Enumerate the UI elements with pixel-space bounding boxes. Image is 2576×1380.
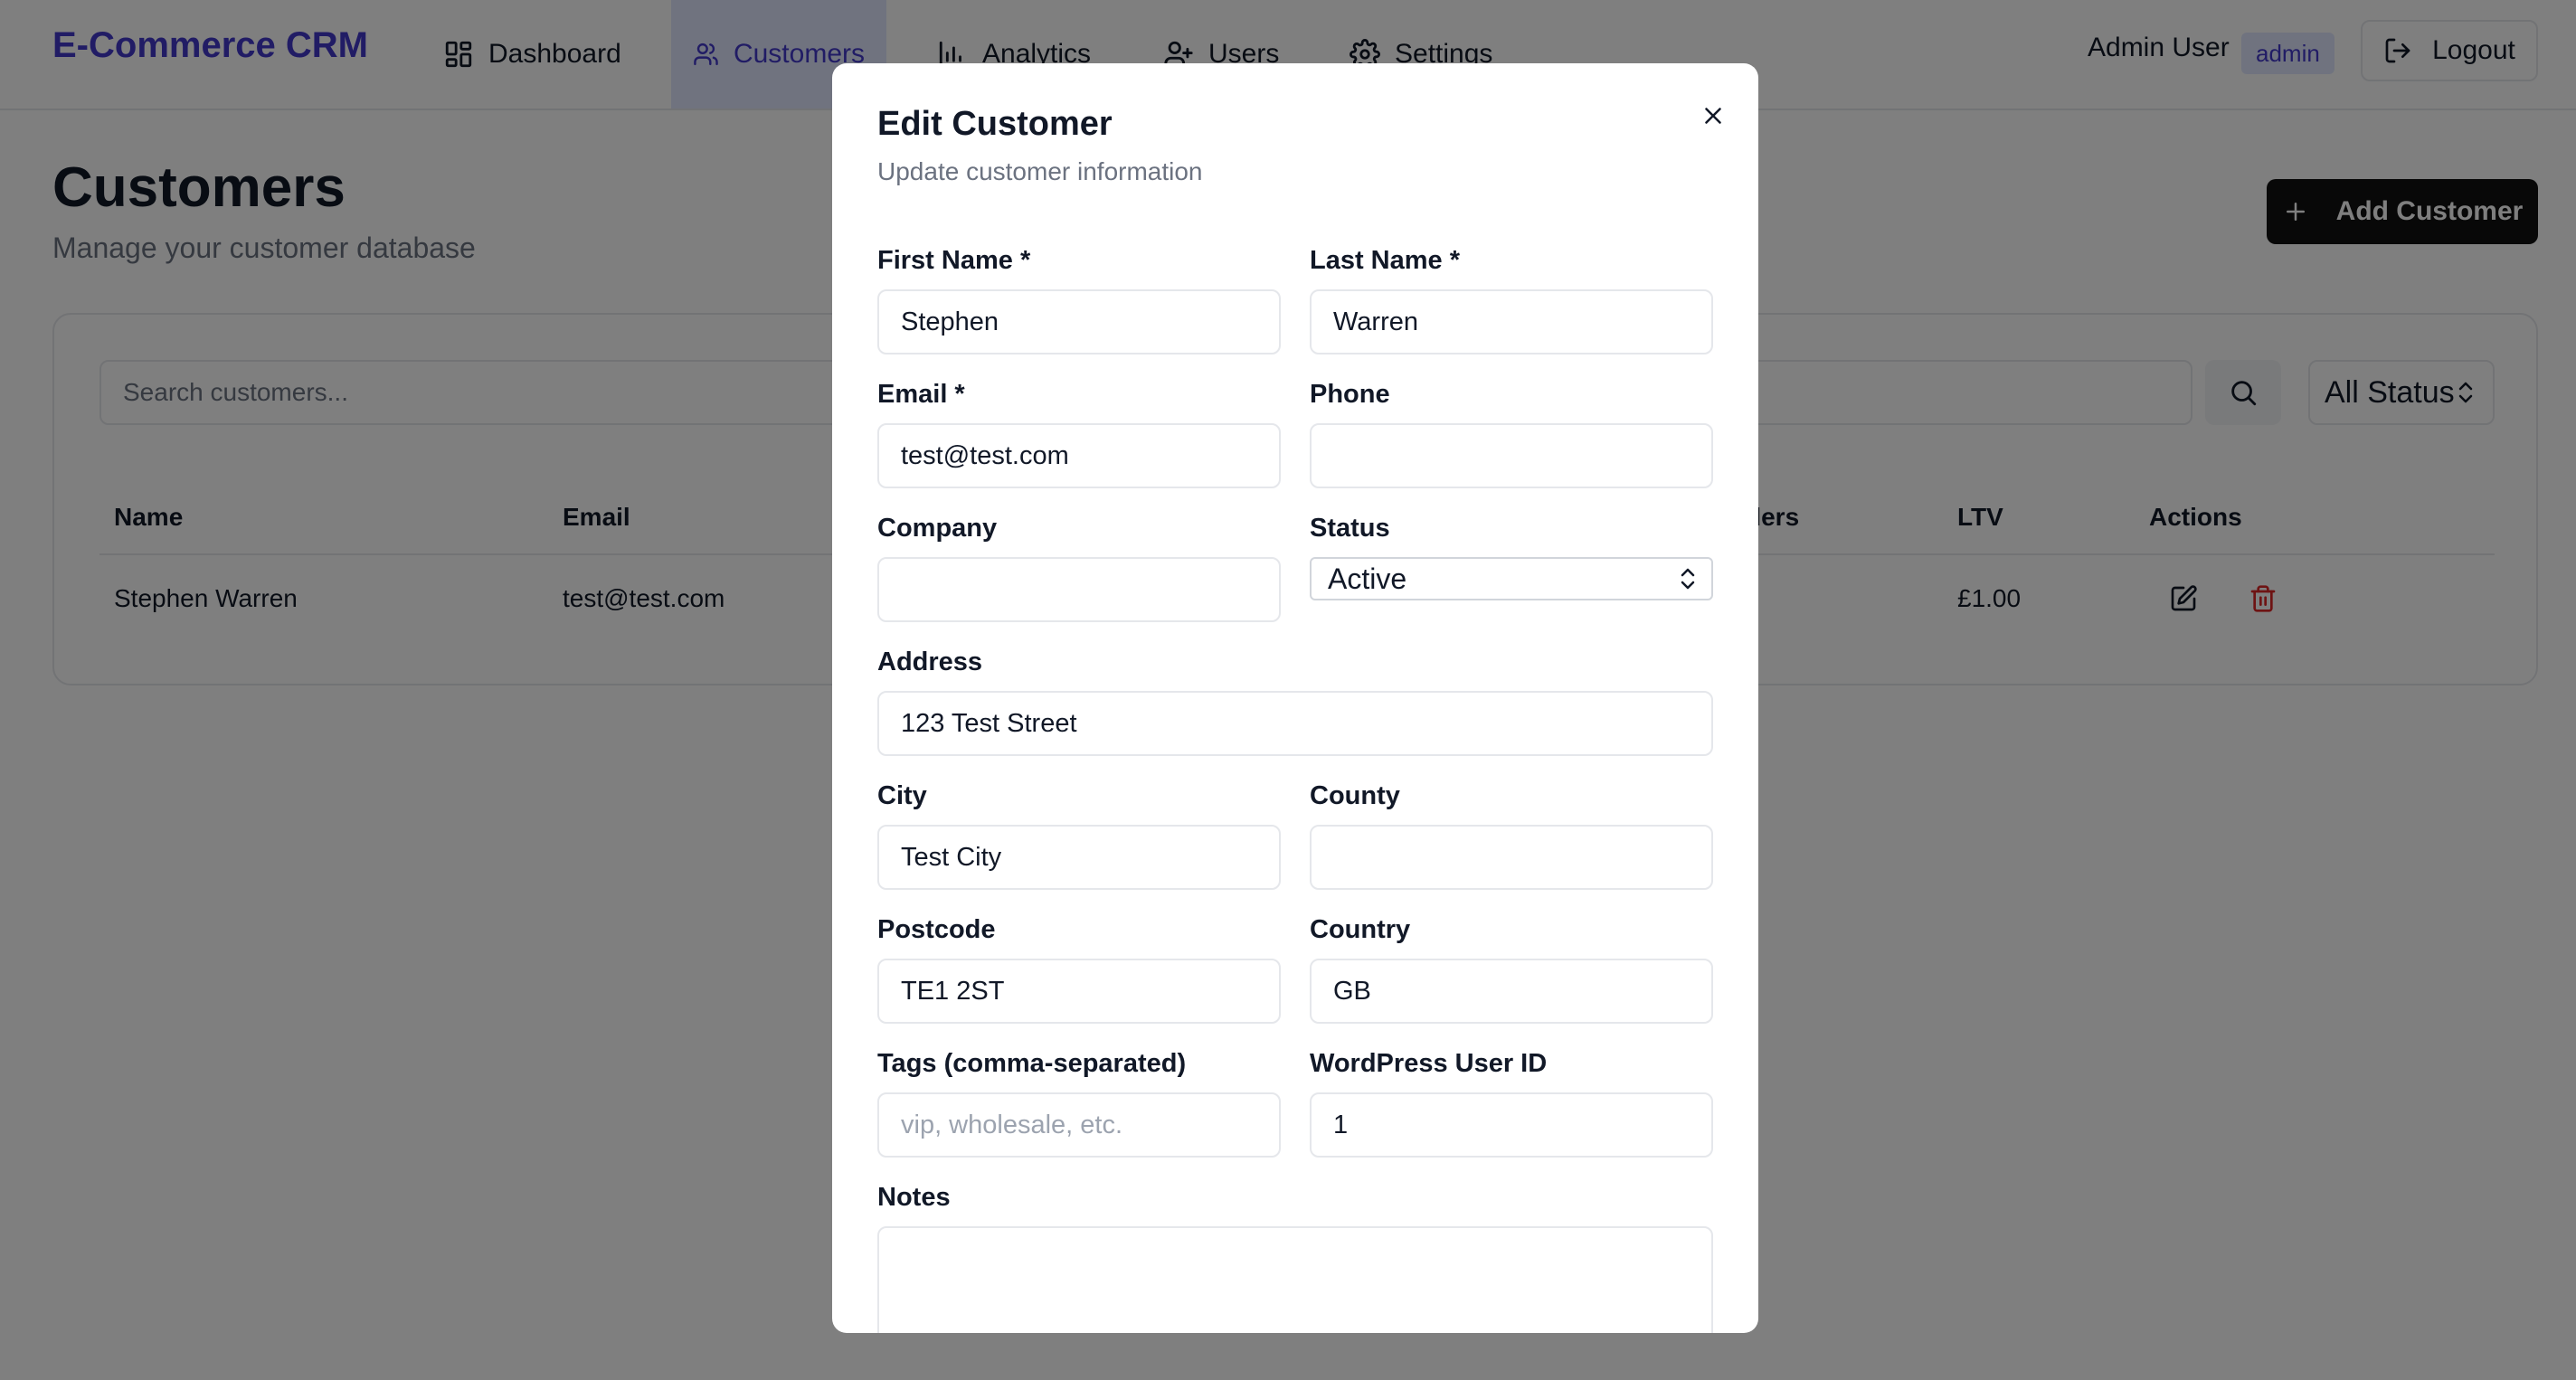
chevron-up-down-icon [1681, 568, 1695, 590]
city-input[interactable]: Test City [877, 825, 1281, 890]
postcode-input[interactable]: TE1 2ST [877, 959, 1281, 1024]
notes-label: Notes [877, 1183, 951, 1212]
wordpress-user-id-input[interactable]: 1 [1310, 1092, 1713, 1158]
address-input[interactable]: 123 Test Street [877, 691, 1713, 756]
country-input[interactable]: GB [1310, 959, 1713, 1024]
edit-customer-dialog: Edit Customer Update customer informatio… [832, 63, 1758, 1333]
last-name-input[interactable]: Warren [1310, 289, 1713, 354]
close-dialog-button[interactable] [1693, 96, 1733, 136]
first-name-input[interactable]: Stephen [877, 289, 1281, 354]
dialog-title: Edit Customer [877, 105, 1113, 143]
phone-label: Phone [1310, 380, 1390, 409]
country-label: Country [1310, 915, 1411, 944]
email-label: Email * [877, 380, 965, 409]
status-select[interactable]: Active [1310, 557, 1713, 600]
close-icon [1705, 108, 1721, 124]
dialog-description: Update customer information [877, 157, 1203, 185]
email-input[interactable]: test@test.com [877, 423, 1281, 488]
tags-label: Tags (comma-separated) [877, 1049, 1187, 1078]
tags-input[interactable]: vip, wholesale, etc. [877, 1092, 1281, 1158]
company-input[interactable] [877, 557, 1281, 622]
county-input[interactable] [1310, 825, 1713, 890]
phone-input[interactable] [1310, 423, 1713, 488]
status-label: Status [1310, 514, 1390, 543]
postcode-label: Postcode [877, 915, 996, 944]
status-select-value: Active [1328, 562, 1407, 595]
address-label: Address [877, 647, 983, 676]
notes-textarea[interactable] [877, 1226, 1713, 1333]
first-name-label: First Name * [877, 246, 1031, 275]
company-label: Company [877, 514, 998, 543]
wordpress-user-id-label: WordPress User ID [1310, 1049, 1548, 1078]
city-label: City [877, 781, 927, 810]
last-name-label: Last Name * [1310, 246, 1461, 275]
county-label: County [1310, 781, 1400, 810]
